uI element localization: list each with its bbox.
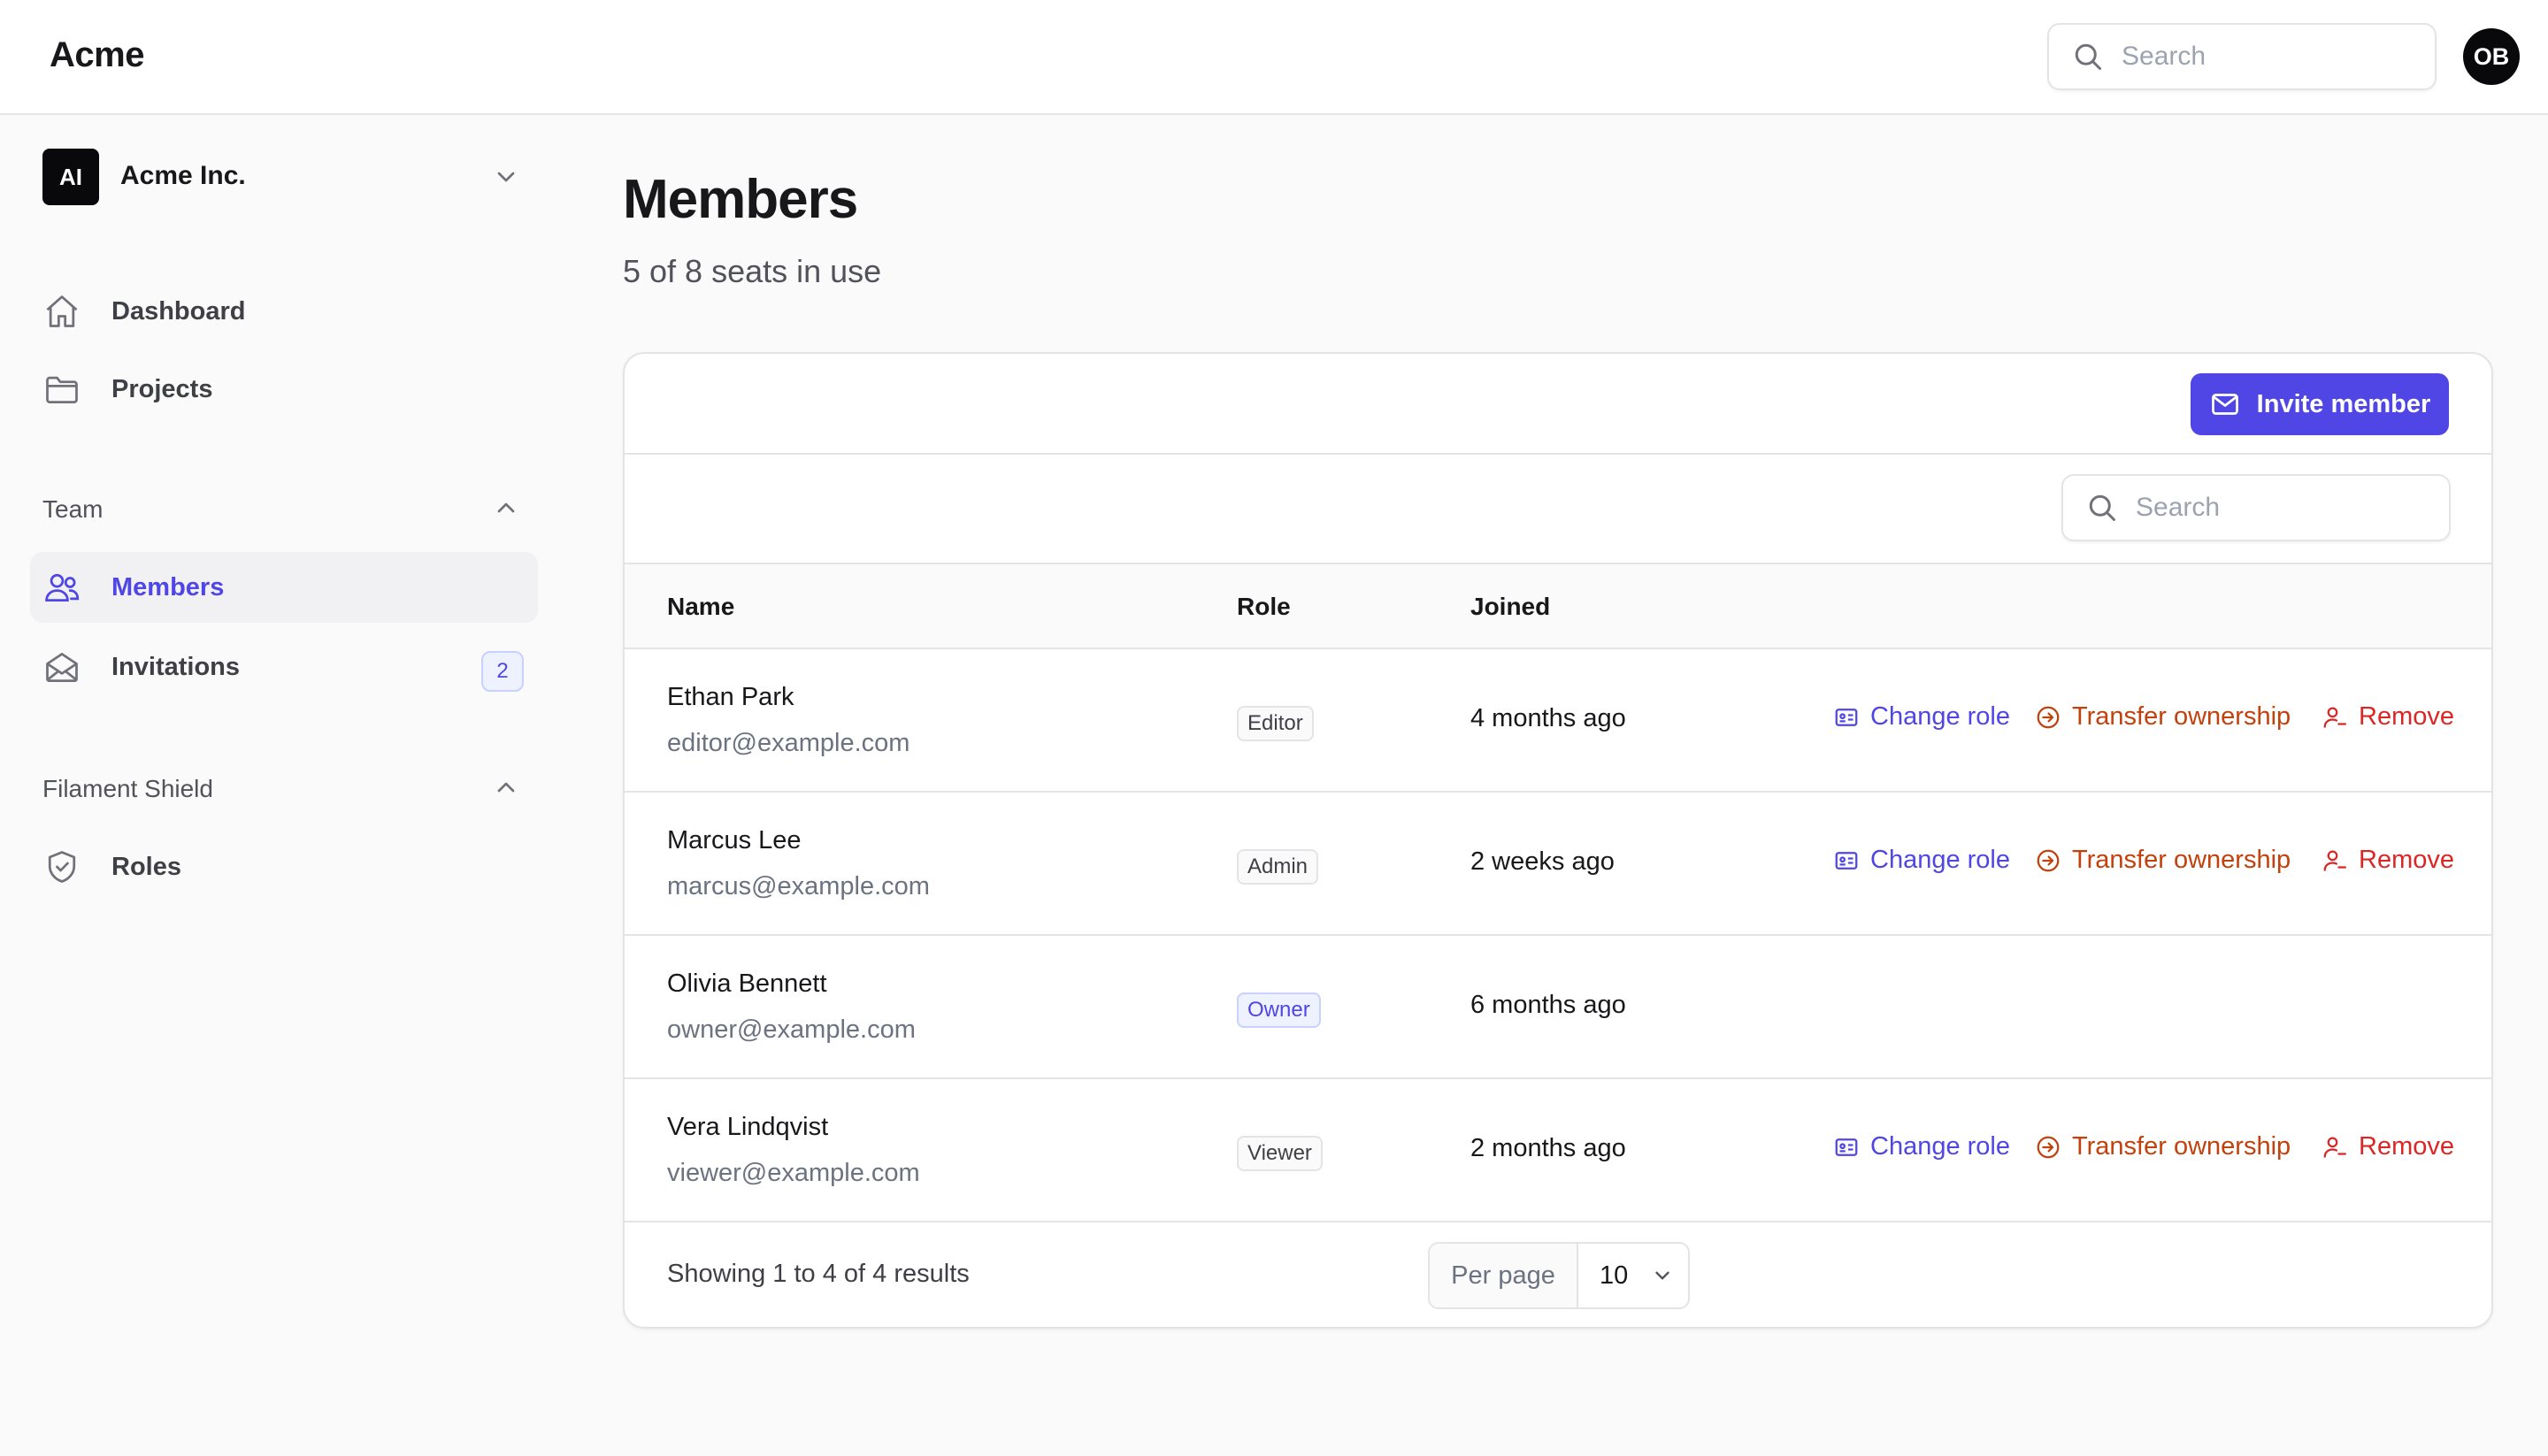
- remove-member-label: Remove: [2359, 1132, 2454, 1161]
- transfer-ownership-label: Transfer ownership: [2072, 846, 2291, 874]
- table-search-placeholder: Search: [2136, 493, 2221, 522]
- global-search-placeholder: Search: [2122, 42, 2206, 71]
- change-role-label: Change role: [1870, 702, 2010, 731]
- member-email: marcus@example.com: [667, 872, 930, 900]
- arrow-circle-right-icon: [2037, 1136, 2060, 1158]
- table-toolbar: Search: [625, 455, 2491, 563]
- sidebar-item-label: Roles: [111, 852, 181, 881]
- remove-member-label: Remove: [2359, 702, 2454, 731]
- table-search-input[interactable]: Search: [2061, 474, 2451, 541]
- transfer-ownership-button[interactable]: Transfer ownership: [2035, 1132, 2291, 1161]
- id-card-icon: [1835, 708, 1858, 726]
- folder-icon: [42, 370, 81, 409]
- remove-member-button[interactable]: Remove: [2322, 702, 2454, 732]
- brand-logo[interactable]: Acme: [50, 35, 144, 75]
- role-badge: Owner: [1237, 992, 1321, 1028]
- topbar: Acme Search OB: [0, 0, 2548, 115]
- page-title: Members: [623, 169, 858, 230]
- sidebar-item-roles[interactable]: Roles: [30, 831, 538, 902]
- sidebar-item-label: Dashboard: [111, 296, 246, 326]
- per-page-label: Per page: [1430, 1244, 1578, 1307]
- sidebar-item-label: Invitations: [111, 652, 241, 681]
- search-icon: [2089, 494, 2115, 521]
- sidebar-item-dashboard[interactable]: Dashboard: [30, 276, 538, 347]
- remove-member-button[interactable]: Remove: [2322, 1132, 2454, 1161]
- change-role-button[interactable]: Change role: [1833, 846, 2010, 875]
- page-subtitle: 5 of 8 seats in use: [623, 253, 882, 289]
- member-joined: 2 weeks ago: [1470, 847, 1615, 876]
- user-minus-icon: [2323, 850, 2346, 871]
- column-header-joined[interactable]: Joined: [1470, 593, 1550, 621]
- global-search-input[interactable]: Search: [2047, 23, 2437, 90]
- role-badge: Viewer: [1237, 1136, 1323, 1171]
- members-table-card: Invite member Search Name Role Joined Et…: [623, 352, 2493, 1329]
- sidebar-group-team[interactable]: Team: [42, 495, 103, 524]
- change-role-button[interactable]: Change role: [1833, 702, 2010, 732]
- table-row: Olivia Bennett owner@example.com Owner 6…: [625, 936, 2491, 1079]
- shield-check-icon: [42, 847, 81, 886]
- tenant-name[interactable]: Acme Inc.: [120, 161, 246, 191]
- card-header: Invite member: [625, 354, 2491, 455]
- invite-member-button[interactable]: Invite member: [2191, 373, 2449, 435]
- member-name: Olivia Bennett: [667, 969, 827, 998]
- chevron-down-icon[interactable]: [492, 163, 520, 191]
- member-joined: 2 months ago: [1470, 1134, 1626, 1162]
- user-avatar[interactable]: OB: [2463, 28, 2520, 85]
- chevron-down-icon: [1655, 1271, 1669, 1280]
- sidebar-item-label: Members: [111, 572, 225, 602]
- user-minus-icon: [2323, 1137, 2346, 1158]
- sidebar-item-projects[interactable]: Projects: [30, 354, 538, 425]
- chevron-up-icon[interactable]: [492, 494, 520, 522]
- change-role-label: Change role: [1870, 846, 2010, 874]
- sidebar-item-invitations[interactable]: Invitations 2: [30, 632, 538, 702]
- member-name: Ethan Park: [667, 683, 794, 711]
- member-name: Marcus Lee: [667, 826, 802, 854]
- search-icon: [2075, 43, 2101, 70]
- role-badge: Admin: [1237, 849, 1319, 885]
- member-name: Vera Lindqvist: [667, 1113, 829, 1141]
- member-joined: 4 months ago: [1470, 704, 1626, 732]
- users-icon: [42, 568, 81, 607]
- home-icon: [42, 292, 81, 331]
- table-row: Ethan Park editor@example.com Editor 4 m…: [625, 649, 2491, 793]
- change-role-label: Change role: [1870, 1132, 2010, 1161]
- table-footer: Showing 1 to 4 of 4 results Per page 10: [625, 1221, 2491, 1327]
- member-email: editor@example.com: [667, 729, 910, 757]
- member-email: owner@example.com: [667, 1015, 916, 1044]
- column-header-role[interactable]: Role: [1237, 593, 1291, 621]
- arrow-circle-right-icon: [2037, 706, 2060, 728]
- sidebar-group-filament-shield[interactable]: Filament Shield: [42, 775, 213, 803]
- invitations-count-badge: 2: [481, 651, 524, 692]
- per-page-dropdown[interactable]: 10: [1578, 1244, 1688, 1307]
- per-page-value: 10: [1600, 1261, 1629, 1290]
- member-joined: 6 months ago: [1470, 991, 1626, 1019]
- arrow-circle-right-icon: [2037, 849, 2060, 871]
- chevron-up-icon[interactable]: [492, 773, 520, 801]
- remove-member-label: Remove: [2359, 846, 2454, 874]
- column-header-name[interactable]: Name: [667, 593, 734, 621]
- user-minus-icon: [2323, 707, 2346, 728]
- sidebar-item-members[interactable]: Members: [30, 552, 538, 623]
- table-header: Name Role Joined: [625, 563, 2491, 649]
- remove-member-button[interactable]: Remove: [2322, 846, 2454, 875]
- transfer-ownership-label: Transfer ownership: [2072, 702, 2291, 731]
- transfer-ownership-button[interactable]: Transfer ownership: [2035, 846, 2291, 875]
- member-email: viewer@example.com: [667, 1159, 920, 1187]
- id-card-icon: [1835, 1138, 1858, 1156]
- pagination-summary: Showing 1 to 4 of 4 results: [667, 1260, 970, 1288]
- envelope-open-icon: [42, 648, 81, 686]
- sidebar-item-label: Projects: [111, 374, 213, 403]
- change-role-button[interactable]: Change role: [1833, 1132, 2010, 1161]
- per-page-select[interactable]: Per page 10: [1428, 1242, 1690, 1309]
- transfer-ownership-label: Transfer ownership: [2072, 1132, 2291, 1161]
- tenant-avatar[interactable]: AI: [42, 149, 99, 205]
- id-card-icon: [1835, 851, 1858, 870]
- envelope-icon: [2211, 394, 2238, 415]
- role-badge: Editor: [1237, 706, 1314, 741]
- table-row: Vera Lindqvist viewer@example.com Viewer…: [625, 1079, 2491, 1222]
- transfer-ownership-button[interactable]: Transfer ownership: [2035, 702, 2291, 732]
- invite-member-label: Invite member: [2256, 389, 2431, 418]
- table-row: Marcus Lee marcus@example.com Admin 2 we…: [625, 793, 2491, 936]
